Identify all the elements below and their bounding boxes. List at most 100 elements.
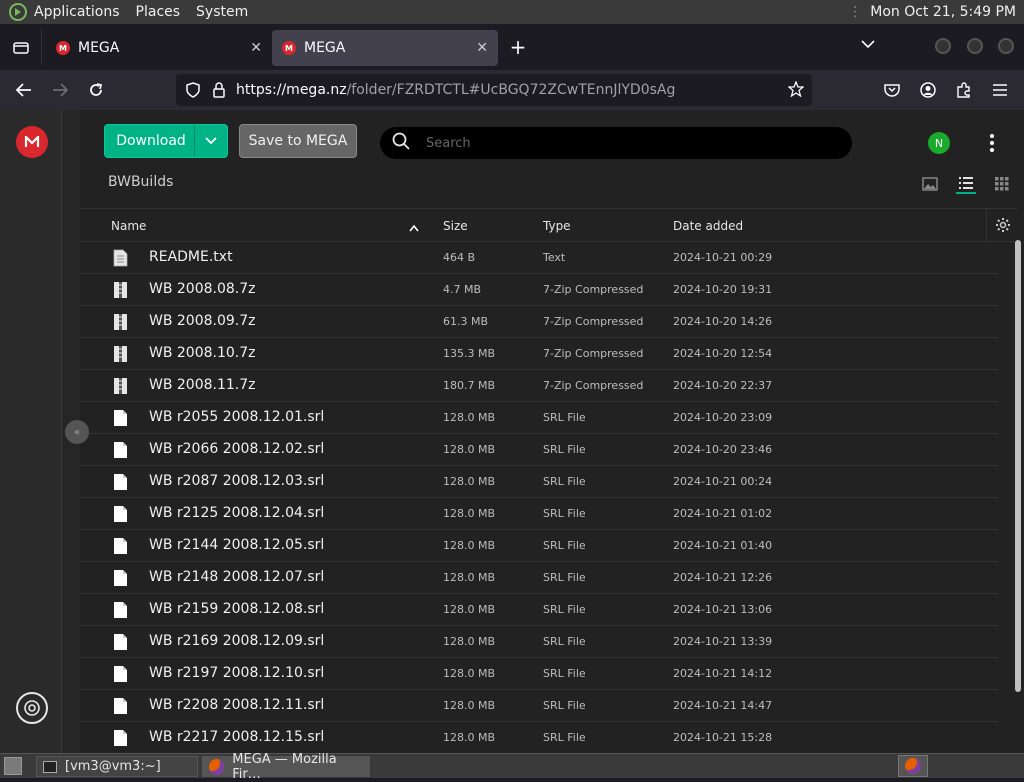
app-menu-icon[interactable] — [988, 78, 1012, 102]
column-name[interactable]: Name — [111, 219, 146, 233]
url-host: https://mega.nz — [236, 82, 347, 98]
table-row[interactable]: WB r2087 2008.12.03.srl 128.0 MB SRL File 2… — [80, 466, 998, 498]
archive-file-icon — [113, 377, 128, 395]
mega-logo-icon[interactable] — [16, 126, 48, 158]
tracking-protection-icon[interactable] — [186, 82, 200, 102]
search-placeholder: Search — [426, 135, 471, 151]
table-row[interactable]: WB r2148 2008.12.07.srl 128.0 MB SRL File 2… — [80, 562, 998, 594]
file-name: WB r2208 2008.12.11.srl — [149, 697, 325, 713]
file-date: 2024-10-21 00:24 — [673, 475, 773, 488]
system-logo-icon[interactable] — [8, 2, 28, 22]
media-view-icon[interactable] — [920, 174, 940, 194]
table-row[interactable]: WB r2217 2008.12.15.srl 128.0 MB SRL File 2… — [80, 722, 998, 754]
window-maximize-icon[interactable] — [967, 38, 983, 54]
save-to-mega-button[interactable]: Save to MEGA — [239, 124, 357, 158]
search-input[interactable]: Search — [380, 127, 852, 159]
file-size: 4.7 MB — [443, 283, 482, 296]
generic-file-icon — [113, 697, 128, 715]
archive-file-icon — [113, 313, 128, 331]
table-row[interactable]: WB r2197 2008.12.10.srl 128.0 MB SRL File 2… — [80, 658, 998, 690]
generic-file-icon — [113, 665, 128, 683]
file-date: 2024-10-20 23:46 — [673, 443, 773, 456]
table-row[interactable]: WB 2008.08.7z 4.7 MB 7-Zip Compressed 2024-… — [80, 274, 998, 306]
pocket-icon[interactable] — [880, 78, 904, 102]
taskbar-label: MEGA — Mozilla Fir… — [232, 751, 337, 782]
file-name: WB r2197 2008.12.10.srl — [149, 665, 325, 681]
file-size: 128.0 MB — [443, 539, 496, 552]
browser-tab-active[interactable]: M MEGA ✕ — [272, 30, 498, 66]
column-type[interactable]: Type — [543, 219, 571, 233]
close-tab-icon[interactable]: ✕ — [250, 40, 262, 56]
file-type: SRL File — [543, 635, 586, 648]
download-button[interactable]: Download — [104, 124, 228, 158]
file-date: 2024-10-21 13:06 — [673, 603, 773, 616]
file-size: 128.0 MB — [443, 699, 496, 712]
window-close-icon[interactable] — [998, 38, 1014, 54]
table-row[interactable]: WB r2169 2008.12.09.srl 128.0 MB SRL File 2… — [80, 626, 998, 658]
taskbar-item-firefox[interactable]: MEGA — Mozilla Fir… — [202, 752, 370, 782]
table-row[interactable]: WB 2008.11.7z 180.7 MB 7-Zip Compressed 202… — [80, 370, 998, 402]
file-name: WB 2008.11.7z — [149, 377, 256, 393]
extensions-icon[interactable] — [952, 78, 976, 102]
bookmark-star-icon[interactable] — [787, 80, 805, 101]
column-settings-icon[interactable] — [986, 209, 1018, 241]
archive-file-icon — [113, 281, 128, 299]
generic-file-icon — [113, 569, 128, 587]
file-size: 135.3 MB — [443, 347, 496, 360]
file-size: 128.0 MB — [443, 603, 496, 616]
generic-file-icon — [113, 729, 128, 747]
new-tab-icon[interactable]: + — [498, 29, 538, 65]
terminal-icon — [43, 760, 57, 773]
file-date: 2024-10-21 01:02 — [673, 507, 773, 520]
file-date: 2024-10-21 14:12 — [673, 667, 773, 680]
account-icon[interactable] — [916, 78, 940, 102]
list-tabs-icon[interactable] — [858, 34, 878, 54]
browser-tab[interactable]: M MEGA ✕ — [46, 30, 272, 66]
sort-ascending-icon[interactable] — [409, 221, 419, 235]
url-bar[interactable]: https://mega.nz/folder/FZRDTCTL#UcBGQ72Z… — [176, 74, 812, 106]
more-options-icon[interactable] — [982, 132, 1002, 154]
url-text[interactable]: https://mega.nz/folder/FZRDTCTL#UcBGQ72Z… — [236, 82, 675, 98]
breadcrumb[interactable]: BWBuilds — [108, 174, 173, 190]
file-name: WB r2148 2008.12.07.srl — [149, 569, 325, 585]
window-minimize-icon[interactable] — [935, 38, 951, 54]
scrollbar-thumb[interactable] — [1015, 240, 1021, 692]
file-size: 128.0 MB — [443, 443, 496, 456]
table-row[interactable]: README.txt 464 B Text 2024-10-21 00:29 — [80, 242, 998, 274]
clock[interactable]: Mon Oct 21, 5:49 PM — [870, 4, 1016, 20]
grid-view-icon[interactable] — [992, 174, 1012, 194]
table-row[interactable]: WB r2125 2008.12.04.srl 128.0 MB SRL File 2… — [80, 498, 998, 530]
table-row[interactable]: WB r2208 2008.12.11.srl 128.0 MB SRL File 2… — [80, 690, 998, 722]
mega-favicon-icon: M — [56, 41, 70, 55]
forward-icon[interactable] — [48, 78, 72, 102]
lock-icon[interactable] — [213, 82, 225, 102]
tab-overview-icon[interactable] — [0, 29, 42, 65]
taskbar-item-terminal[interactable]: [vm3@vm3:~] — [36, 756, 198, 777]
generic-file-icon — [113, 473, 128, 491]
reload-icon[interactable] — [84, 78, 108, 102]
table-row[interactable]: WB r2144 2008.12.05.srl 128.0 MB SRL File 2… — [80, 530, 998, 562]
table-row[interactable]: WB r2066 2008.12.02.srl 128.0 MB SRL File 2… — [80, 434, 998, 466]
back-icon[interactable] — [12, 78, 36, 102]
menu-places[interactable]: Places — [136, 4, 181, 20]
menu-applications[interactable]: Applications — [34, 4, 120, 20]
mega-favicon-icon: M — [282, 41, 296, 55]
table-row[interactable]: WB 2008.09.7z 61.3 MB 7-Zip Compressed 2024… — [80, 306, 998, 338]
column-date-added[interactable]: Date added — [673, 219, 743, 233]
avatar[interactable]: N — [928, 132, 950, 154]
chevron-down-icon[interactable] — [194, 125, 227, 157]
table-row[interactable]: WB r2055 2008.12.01.srl 128.0 MB SRL File 2… — [80, 402, 998, 434]
table-row[interactable]: WB r2159 2008.12.08.srl 128.0 MB SRL File 2… — [80, 594, 998, 626]
close-tab-icon[interactable]: ✕ — [476, 40, 488, 56]
file-date: 2024-10-20 12:54 — [673, 347, 773, 360]
sync-icon[interactable] — [16, 692, 48, 724]
tray-firefox-icon[interactable] — [898, 755, 928, 777]
scrollbar[interactable] — [1014, 240, 1022, 692]
show-desktop-icon[interactable] — [4, 757, 22, 775]
collapse-sidebar-icon[interactable]: « — [65, 420, 89, 444]
list-view-icon[interactable] — [956, 174, 976, 194]
menu-system[interactable]: System — [196, 4, 248, 20]
column-size[interactable]: Size — [443, 219, 468, 233]
table-row[interactable]: WB 2008.10.7z 135.3 MB 7-Zip Compressed 202… — [80, 338, 998, 370]
search-icon — [392, 132, 410, 154]
